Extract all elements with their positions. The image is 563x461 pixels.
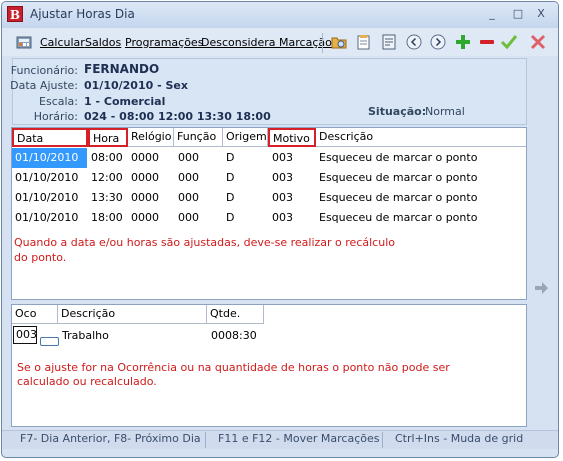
column-header-descricao[interactable]: Descrição	[316, 128, 526, 147]
recalculo-note-line1: Quando a data e/ou horas são ajustadas, …	[14, 236, 395, 249]
calculator-icon[interactable]	[15, 33, 33, 51]
table-cell-descricao[interactable]: Esqueceu de marcar o ponto	[316, 188, 477, 208]
folder-search-icon[interactable]	[330, 33, 348, 51]
column-header-qtde[interactable]: Qtde.	[207, 305, 264, 324]
column-header-origem[interactable]: Origem	[223, 128, 268, 147]
lookup-button[interactable]	[40, 337, 59, 346]
minimize-button[interactable]: _	[484, 7, 500, 21]
column-header-funcao[interactable]: Função	[174, 128, 223, 147]
escala-label: Escala:	[39, 95, 78, 108]
saldos-button[interactable]: Saldos	[85, 36, 121, 49]
table-cell-relogio[interactable]: 0000	[128, 148, 159, 168]
window-title: Ajustar Horas Dia	[30, 7, 135, 21]
table-cell-motivo[interactable]: 003	[269, 168, 293, 188]
horario-value: 024 - 08:00 12:00 13:30 18:00	[84, 110, 271, 123]
table-cell-funcao[interactable]: 000	[175, 208, 199, 228]
ocorrencia-note-line1: Se o ajuste for na Ocorrência ou na quan…	[17, 361, 450, 374]
table-cell-origem[interactable]: D	[223, 188, 234, 208]
table-cell-hora[interactable]: 12:00	[88, 168, 123, 188]
column-header-data[interactable]: Data	[12, 128, 88, 147]
table-cell-descricao[interactable]: Esqueceu de marcar o ponto	[316, 148, 477, 168]
table-cell-funcao[interactable]: 000	[175, 148, 199, 168]
oco-edit-field[interactable]: 003	[13, 326, 37, 344]
data-ajuste-label: Data Ajuste:	[10, 79, 78, 92]
table-cell-descricao[interactable]: Esqueceu de marcar o ponto	[316, 208, 477, 228]
cancel-icon[interactable]	[529, 33, 547, 51]
table-cell-relogio[interactable]: 0000	[128, 208, 159, 228]
confirm-icon[interactable]	[500, 33, 518, 51]
horario-label: Horário:	[33, 110, 78, 123]
maximize-button[interactable]: □	[510, 7, 526, 21]
table-cell-descricao[interactable]: Trabalho	[59, 326, 109, 346]
funcionario-value: FERNANDO	[84, 62, 160, 76]
table-cell-data[interactable]: 01/10/2010	[12, 208, 78, 228]
table-cell-relogio[interactable]: 0000	[128, 188, 159, 208]
table-cell-data[interactable]: 01/10/2010	[12, 188, 78, 208]
column-header-motivo[interactable]: Motivo	[268, 128, 316, 147]
previous-icon[interactable]	[405, 33, 423, 51]
table-cell-descricao[interactable]: Esqueceu de marcar o ponto	[316, 168, 477, 188]
table-cell-relogio[interactable]: 0000	[128, 168, 159, 188]
document-edit-icon[interactable]	[355, 33, 373, 51]
table-cell-origem[interactable]: D	[223, 208, 234, 228]
toolbar-separator	[322, 33, 323, 53]
add-icon[interactable]	[454, 33, 472, 51]
remove-icon[interactable]	[478, 33, 496, 51]
table-cell-motivo[interactable]: 003	[269, 208, 293, 228]
table-cell-funcao[interactable]: 000	[175, 168, 199, 188]
status-separator	[205, 432, 206, 448]
table-cell-qtde[interactable]: 0008:30	[208, 326, 257, 346]
column-header-hora[interactable]: Hora	[88, 128, 128, 147]
table-cell-origem[interactable]: D	[223, 168, 234, 188]
table-cell-data[interactable]: 01/10/2010	[12, 168, 78, 188]
desconsidera-marcacao-button[interactable]: Desconsidera Marcação	[201, 36, 332, 49]
situacao-label: Situação:	[368, 105, 427, 118]
arrow-right-icon[interactable]	[533, 280, 549, 296]
table-cell-motivo[interactable]: 003	[269, 188, 293, 208]
ocorrencia-note-line2: calculado ou recalculado.	[17, 375, 157, 388]
report-icon[interactable]	[380, 33, 398, 51]
status-move-hint: F11 e F12 - Mover Marcações	[218, 432, 380, 445]
table-cell-hora[interactable]: 18:00	[88, 208, 123, 228]
table-cell-motivo[interactable]: 003	[269, 148, 293, 168]
column-header-relogio[interactable]: Relógio	[128, 128, 174, 147]
table-cell-data[interactable]: 01/10/2010	[12, 148, 87, 168]
status-navigation-hint: F7- Dia Anterior, F8- Próximo Dia	[20, 432, 201, 445]
status-separator	[382, 432, 383, 448]
escala-value: 1 - Comercial	[84, 95, 166, 108]
column-header-oco[interactable]: Oco	[12, 305, 58, 324]
situacao-value: Normal	[425, 105, 465, 118]
table-cell-hora[interactable]: 08:00	[88, 148, 123, 168]
table-cell-funcao[interactable]: 000	[175, 188, 199, 208]
funcionario-label: Funcionário:	[10, 64, 78, 77]
table-cell-origem[interactable]: D	[223, 148, 234, 168]
data-ajuste-value: 01/10/2010 - Sex	[84, 79, 188, 92]
app-logo-icon: B	[7, 6, 23, 22]
table-cell-hora[interactable]: 13:30	[88, 188, 123, 208]
calcular-button[interactable]: Calcular	[40, 36, 85, 49]
status-grid-hint: Ctrl+Ins - Muda de grid	[395, 432, 524, 445]
recalculo-note-line2: do ponto.	[14, 251, 67, 264]
programacoes-button[interactable]: Programações	[125, 36, 203, 49]
next-icon[interactable]	[429, 33, 447, 51]
close-window-button[interactable]: X	[533, 7, 549, 21]
column-header-descricao[interactable]: Descrição	[58, 305, 207, 324]
